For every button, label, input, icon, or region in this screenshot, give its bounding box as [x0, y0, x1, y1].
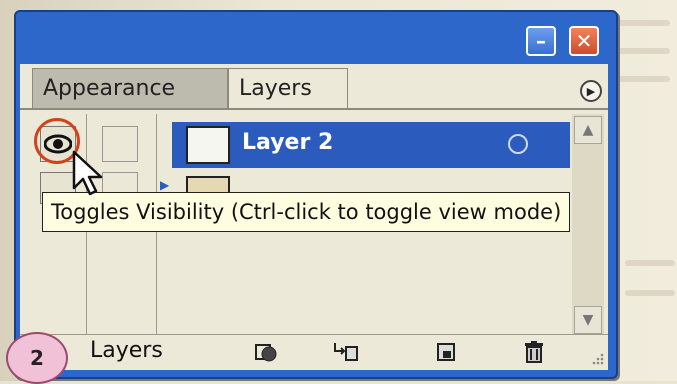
layer-count-label: Layers — [90, 338, 163, 363]
layer-name: Layer 2 — [242, 130, 334, 155]
background-text-line — [625, 290, 675, 296]
background-text-line — [625, 260, 675, 266]
lock-toggle[interactable] — [102, 126, 138, 162]
tab-layers[interactable]: Layers — [228, 68, 348, 108]
background-text-line — [610, 76, 670, 82]
layer-thumbnail — [186, 126, 230, 164]
delete-icon — [525, 341, 543, 363]
scroll-up-button[interactable]: ▲ — [574, 116, 602, 144]
resize-grip-icon[interactable] — [590, 351, 604, 365]
target-circle-icon[interactable] — [508, 134, 528, 154]
make-clipping-mask-button[interactable] — [252, 340, 280, 364]
chevron-up-icon: ▲ — [582, 122, 594, 138]
minimize-icon: – — [536, 29, 546, 53]
make-clipping-mask-icon — [255, 344, 277, 362]
tooltip-text: Toggles Visibility (Ctrl-click to toggle… — [51, 200, 562, 224]
close-button[interactable]: ✕ — [569, 26, 599, 56]
tab-label: Appearance — [43, 76, 176, 101]
scroll-down-button[interactable]: ▼ — [574, 306, 602, 334]
expand-arrow-icon[interactable]: ▶ — [160, 178, 169, 192]
new-layer-button[interactable] — [432, 340, 460, 364]
delete-button[interactable] — [520, 340, 548, 364]
palette-menu-button[interactable]: ▶ — [580, 80, 602, 102]
new-sublayer-button[interactable] — [332, 340, 360, 364]
step-badge: 2 — [6, 332, 68, 384]
close-icon: ✕ — [575, 29, 593, 53]
tab-appearance[interactable]: Appearance — [32, 68, 228, 108]
minimize-button[interactable]: – — [526, 26, 556, 56]
tab-label: Layers — [239, 76, 312, 101]
palette-menu-icon: ▶ — [586, 84, 596, 98]
layer-row-selected[interactable]: Layer 2 — [172, 122, 570, 168]
palette-bottom-bar: Layers — [20, 334, 608, 369]
new-sublayer-icon — [334, 343, 358, 361]
step-number: 2 — [30, 346, 44, 370]
cursor-icon — [72, 150, 103, 196]
vertical-scrollbar[interactable]: ▲ ▼ — [572, 114, 604, 336]
tab-divider — [20, 108, 608, 110]
new-layer-icon — [437, 343, 455, 361]
chevron-down-icon: ▼ — [582, 312, 594, 328]
visibility-tooltip: Toggles Visibility (Ctrl-click to toggle… — [42, 192, 571, 232]
